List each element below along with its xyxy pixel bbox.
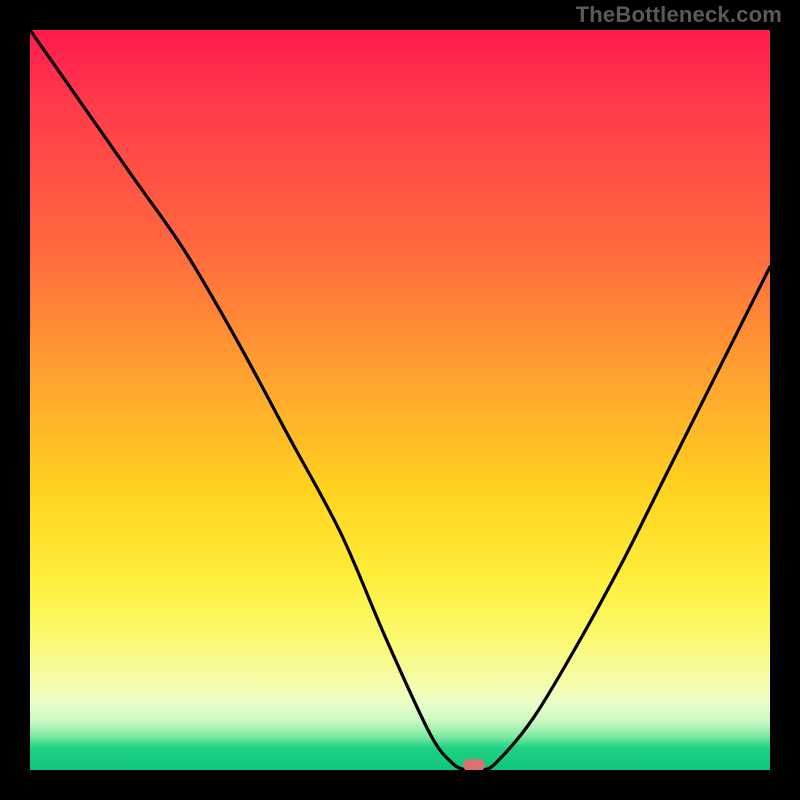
minimum-marker xyxy=(463,759,485,770)
bottleneck-curve xyxy=(30,30,770,770)
chart-frame: TheBottleneck.com xyxy=(0,0,800,800)
plot-area xyxy=(30,30,770,770)
watermark-text: TheBottleneck.com xyxy=(576,2,782,28)
curve-path xyxy=(30,30,770,770)
